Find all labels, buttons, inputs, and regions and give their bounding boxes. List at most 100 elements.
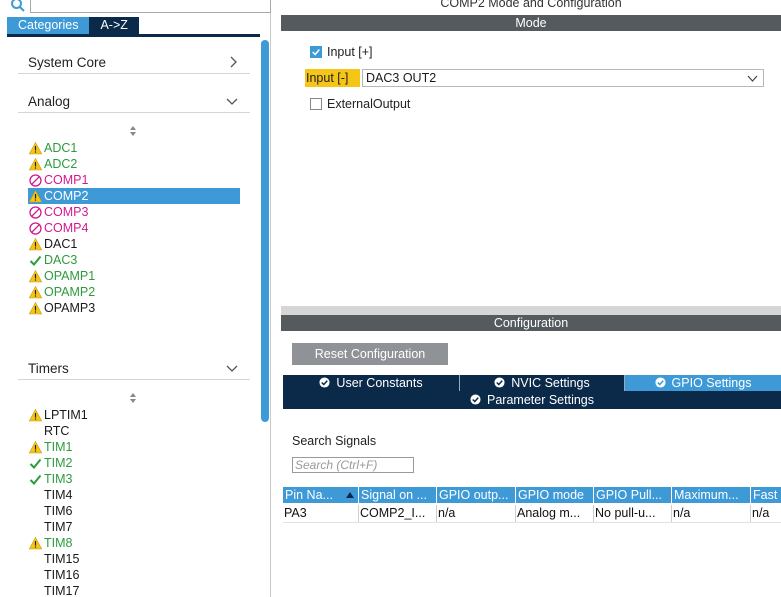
warning-icon — [28, 237, 43, 251]
column-header-gpio-output[interactable]: GPIO outp... — [437, 487, 516, 503]
input-minus-select[interactable]: DAC3 OUT2 — [362, 69, 764, 87]
peripheral-item[interactable]: OPAMP2 — [28, 284, 240, 300]
check-circle-icon — [494, 377, 505, 388]
peripheral-item[interactable]: LPTIM1 — [28, 407, 240, 423]
mode-configuration-panel: COMP2 Mode and Configuration Mode Input … — [281, 0, 781, 597]
peripheral-label: TIM8 — [44, 536, 73, 550]
warning-icon — [28, 141, 43, 155]
peripheral-item[interactable]: DAC3 — [28, 252, 240, 268]
warning-icon — [28, 440, 43, 454]
peripheral-item[interactable]: RTC — [28, 423, 240, 439]
peripheral-item[interactable]: COMP2 — [28, 188, 240, 204]
peripheral-item[interactable]: ADC2 — [28, 156, 240, 172]
peripheral-item[interactable]: TIM16 — [28, 567, 240, 583]
peripheral-label: TIM15 — [44, 552, 80, 566]
input-minus-value: DAC3 OUT2 — [366, 71, 437, 85]
peripheral-label: LPTIM1 — [44, 408, 88, 422]
peripheral-item[interactable]: TIM8 — [28, 535, 240, 551]
warning-icon — [28, 189, 43, 203]
search-signals-input[interactable]: Search (Ctrl+F) — [292, 457, 414, 473]
peripheral-label: COMP4 — [44, 221, 89, 235]
search-icon[interactable] — [10, 0, 26, 13]
tab-gpio-settings[interactable]: GPIO Settings — [625, 375, 781, 391]
column-header-fast[interactable]: Fast — [751, 487, 781, 503]
section-timers[interactable]: Timers — [18, 358, 250, 380]
column-header-gpio-pull[interactable]: GPIO Pull... — [594, 487, 672, 503]
section-analog[interactable]: Analog — [18, 91, 250, 113]
peripheral-label: TIM2 — [44, 456, 73, 470]
section-system-core[interactable]: System Core — [18, 52, 250, 74]
column-header-pin-name[interactable]: Pin Na... — [283, 487, 359, 503]
peripheral-search-row — [0, 0, 271, 16]
table-cell[interactable]: n/a — [672, 505, 751, 522]
table-cell[interactable]: COMP2_I... — [359, 505, 437, 522]
warning-icon — [28, 536, 43, 550]
peripheral-item[interactable]: TIM6 — [28, 503, 240, 519]
chevron-down-icon — [226, 98, 238, 105]
table-cell[interactable]: No pull-u... — [594, 505, 672, 522]
tab-categories[interactable]: Categories — [7, 17, 90, 34]
peripheral-label: ADC2 — [44, 157, 78, 171]
left-scrollbar[interactable] — [261, 40, 269, 422]
warning-icon — [28, 285, 43, 299]
column-header-maximum[interactable]: Maximum... — [672, 487, 751, 503]
reset-configuration-button[interactable]: Reset Configuration — [292, 343, 448, 365]
peripheral-item[interactable]: TIM17 — [28, 583, 240, 597]
chevron-right-icon — [230, 56, 237, 68]
configuration-tabs: User Constants NVIC Settings GPIO Settin… — [283, 375, 781, 409]
column-header-signal[interactable]: Signal on ... — [359, 487, 437, 503]
panel-splitter[interactable] — [281, 306, 781, 315]
sort-asc-icon — [346, 492, 354, 498]
section-title: System Core — [28, 55, 107, 70]
blank-icon — [29, 569, 42, 582]
peripheral-label: TIM16 — [44, 568, 80, 582]
blank-icon — [29, 505, 42, 518]
tab-label: NVIC Settings — [511, 376, 590, 390]
tab-label: Parameter Settings — [487, 393, 594, 407]
check-icon — [29, 254, 42, 267]
peripheral-item[interactable]: DAC1 — [28, 236, 240, 252]
peripheral-item[interactable]: TIM2 — [28, 455, 240, 471]
window-title: COMP2 Mode and Configuration — [440, 0, 622, 10]
sort-icon[interactable] — [128, 125, 138, 137]
table-cell[interactable]: Analog m... — [516, 505, 594, 522]
peripheral-label: DAC1 — [44, 237, 78, 251]
peripheral-item[interactable]: OPAMP3 — [28, 300, 240, 316]
table-cell[interactable]: PA3 — [283, 505, 359, 522]
peripheral-item[interactable]: OPAMP1 — [28, 268, 240, 284]
tab-user-constants[interactable]: User Constants — [283, 375, 459, 391]
peripheral-item[interactable]: COMP3 — [28, 204, 240, 220]
input-plus-checkbox[interactable] — [310, 46, 322, 58]
peripheral-label: OPAMP1 — [44, 269, 96, 283]
sort-icon[interactable] — [128, 392, 138, 404]
peripheral-item[interactable]: COMP1 — [28, 172, 240, 188]
tab-underline — [7, 34, 260, 37]
peripheral-item[interactable]: COMP4 — [28, 220, 240, 236]
tab-nvic-settings[interactable]: NVIC Settings — [460, 375, 624, 391]
search-signals-label: Search Signals — [292, 434, 377, 448]
check-circle-icon — [655, 377, 666, 388]
peripheral-search-input[interactable] — [30, 0, 271, 13]
disabled-icon — [29, 206, 42, 219]
peripheral-label: TIM3 — [44, 472, 73, 486]
tab-label: User Constants — [336, 376, 423, 390]
peripheral-item[interactable]: TIM4 — [28, 487, 240, 503]
peripheral-label: OPAMP3 — [44, 301, 96, 315]
external-output-checkbox[interactable] — [310, 98, 322, 110]
peripheral-item[interactable]: ADC1 — [28, 140, 240, 156]
peripheral-item[interactable]: TIM15 — [28, 551, 240, 567]
tab-a-to-z[interactable]: A->Z — [89, 17, 139, 34]
blank-icon — [29, 553, 42, 566]
external-output-label: ExternalOutput — [327, 97, 411, 111]
column-header-gpio-mode[interactable]: GPIO mode — [516, 487, 594, 503]
peripheral-item[interactable]: TIM7 — [28, 519, 240, 535]
table-cell[interactable]: n/a — [437, 505, 516, 522]
input-minus-label: Input [-] — [305, 69, 360, 87]
peripheral-item[interactable]: TIM1 — [28, 439, 240, 455]
peripheral-item[interactable]: TIM3 — [28, 471, 240, 487]
check-circle-icon — [319, 377, 330, 388]
table-cell[interactable]: n/a — [751, 505, 781, 522]
tab-parameter-settings[interactable]: Parameter Settings — [283, 392, 781, 408]
input-plus-label: Input [+] — [327, 45, 373, 59]
check-icon — [312, 49, 320, 56]
